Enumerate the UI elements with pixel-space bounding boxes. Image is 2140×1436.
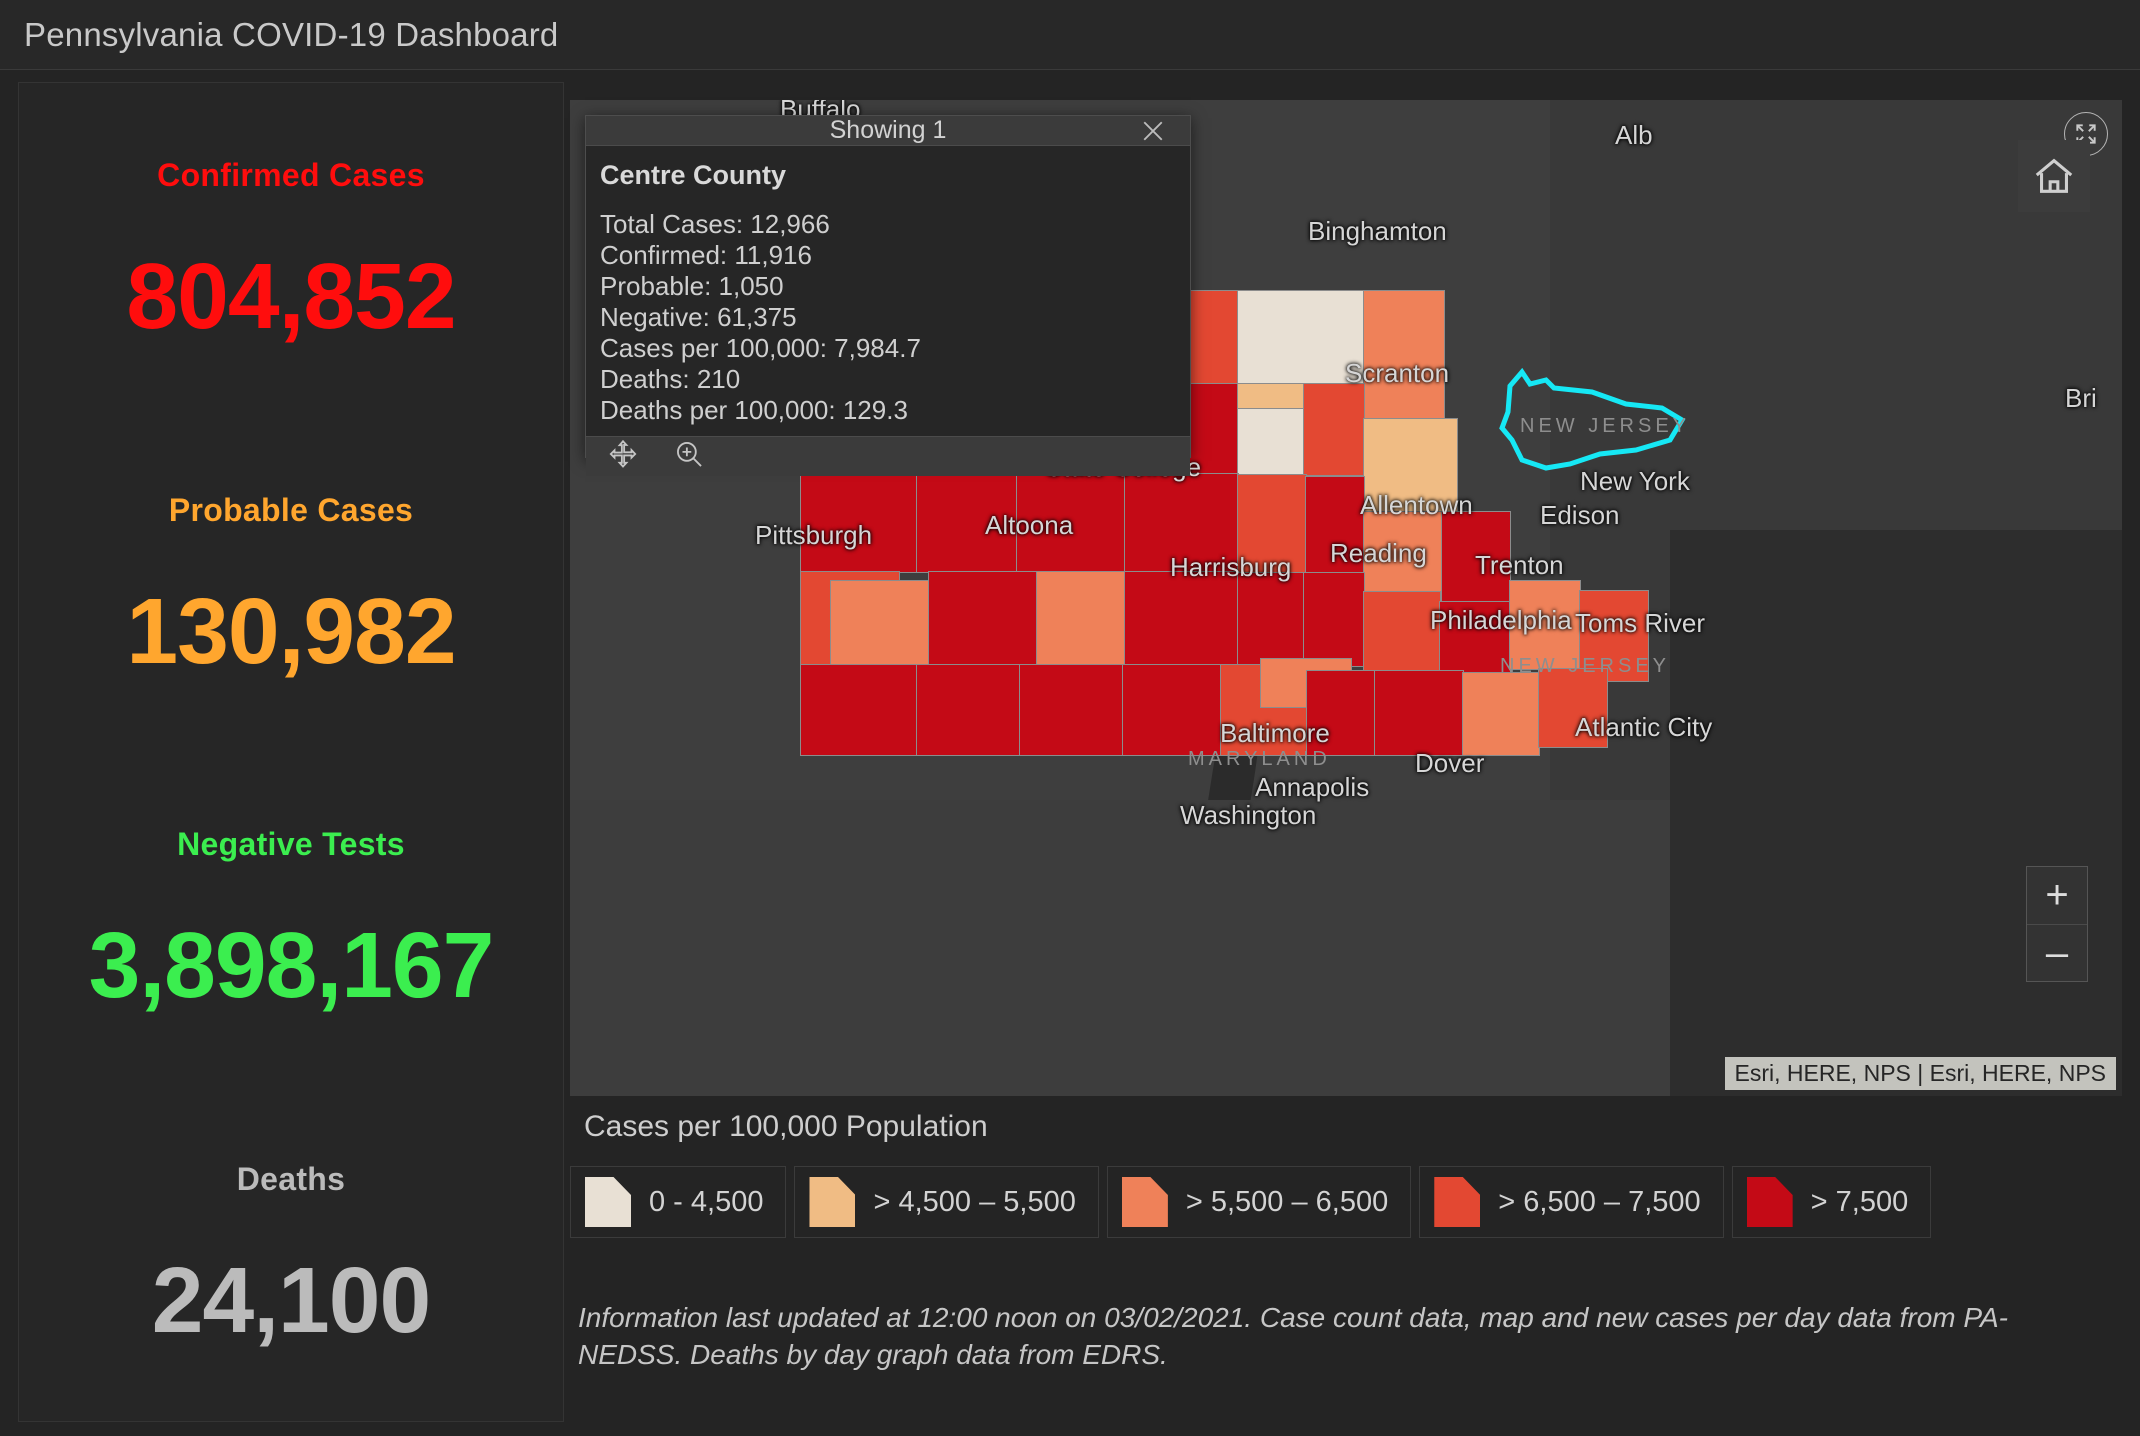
legend-label: > 7,500 bbox=[1810, 1185, 1909, 1218]
legend-title: Cases per 100,000 Population bbox=[584, 1110, 988, 1143]
popup-header-title: Showing 1 bbox=[829, 116, 947, 144]
county-polygon[interactable] bbox=[1538, 668, 1608, 748]
kpi-card: Probable Cases 130,982 bbox=[19, 418, 563, 753]
footer-note: Information last updated at 12:00 noon o… bbox=[578, 1302, 2008, 1370]
county-polygon[interactable] bbox=[1303, 383, 1365, 476]
legend-label: 0 - 4,500 bbox=[649, 1185, 764, 1218]
popup-attribute-row: Deaths per 100,000: 129.3 bbox=[600, 394, 908, 425]
county-polygon[interactable] bbox=[1306, 670, 1376, 756]
county-polygon[interactable] bbox=[1124, 571, 1239, 666]
map-attribution: Esri, HERE, NPS | Esri, HERE, NPS bbox=[1724, 1057, 2116, 1090]
county-polygon[interactable] bbox=[800, 664, 918, 756]
dashboard-root: Pennsylvania COVID-19 Dashboard Confirme… bbox=[0, 0, 2140, 1436]
legend-item[interactable]: > 7,500 bbox=[1731, 1166, 1932, 1238]
kpi-panel: Confirmed Cases 804,852 Probable Cases 130,… bbox=[18, 82, 564, 1422]
home-icon[interactable] bbox=[2018, 140, 2090, 212]
kpi-card: Deaths 24,100 bbox=[19, 1087, 563, 1422]
kpi-value: 130,982 bbox=[126, 578, 456, 683]
feature-popup[interactable]: Showing 1 Centre County Total Cases: 12,… bbox=[585, 115, 1191, 476]
zoom-to-icon[interactable] bbox=[672, 437, 706, 476]
page-title: Pennsylvania COVID-19 Dashboard bbox=[24, 15, 559, 53]
county-polygon[interactable] bbox=[1363, 290, 1445, 420]
kpi-value: 24,100 bbox=[151, 1247, 431, 1352]
legend-swatch bbox=[1121, 1177, 1168, 1227]
legend-item[interactable]: > 5,500 – 6,500 bbox=[1106, 1166, 1412, 1238]
county-polygon[interactable] bbox=[1016, 473, 1126, 573]
pan-icon[interactable] bbox=[606, 437, 640, 476]
county-polygon[interactable] bbox=[1305, 476, 1365, 574]
kpi-value: 804,852 bbox=[126, 244, 456, 349]
county-polygon[interactable] bbox=[1036, 571, 1126, 666]
popup-body: Centre County Total Cases: 12,966 Confirm… bbox=[586, 146, 1190, 436]
county-polygon[interactable] bbox=[1462, 672, 1540, 756]
popup-attribute-row: Confirmed: 11,916 bbox=[600, 239, 812, 270]
county-polygon[interactable] bbox=[916, 664, 1021, 756]
zoom-in-button[interactable]: + bbox=[2027, 867, 2087, 925]
popup-attribute-row: Probable: 1,050 bbox=[600, 270, 784, 301]
popup-attribute-row: Cases per 100,000: 7,984.7 bbox=[600, 332, 921, 363]
popup-attribute-row: Deaths: 210 bbox=[600, 363, 741, 394]
legend-swatch bbox=[585, 1177, 631, 1227]
kpi-card: Confirmed Cases 804,852 bbox=[19, 83, 563, 418]
kpi-label: Negative Tests bbox=[177, 826, 405, 863]
zoom-out-button[interactable]: – bbox=[2027, 925, 2087, 982]
county-polygon[interactable] bbox=[1237, 474, 1307, 574]
county-polygon[interactable] bbox=[1237, 408, 1305, 476]
kpi-value: 3,898,167 bbox=[88, 913, 495, 1018]
legend-item-list: 0 - 4,500 > 4,500 – 5,500 > 5,500 – 6,500 >… bbox=[570, 1166, 2122, 1238]
county-polygon[interactable] bbox=[1237, 290, 1365, 385]
county-polygon[interactable] bbox=[1124, 473, 1239, 573]
popup-attribute-list: Total Cases: 12,966 Confirmed: 11,916 Prob… bbox=[600, 209, 1176, 426]
legend-item[interactable]: > 6,500 – 7,500 bbox=[1419, 1166, 1724, 1238]
kpi-label: Deaths bbox=[236, 1160, 346, 1197]
county-polygon[interactable] bbox=[916, 473, 1018, 573]
kpi-label: Confirmed Cases bbox=[157, 157, 425, 194]
county-polygon[interactable] bbox=[800, 473, 918, 573]
popup-attribute-row: Negative: 61,375 bbox=[600, 301, 797, 332]
county-polygon[interactable] bbox=[1441, 511, 1511, 603]
legend-label: > 6,500 – 7,500 bbox=[1498, 1185, 1701, 1218]
adjacent-state-fill bbox=[570, 800, 1670, 1096]
popup-feature-title: Centre County bbox=[600, 160, 787, 190]
county-polygon[interactable] bbox=[1363, 591, 1441, 681]
county-polygon[interactable] bbox=[1237, 572, 1305, 667]
legend-label: > 4,500 – 5,500 bbox=[873, 1185, 1076, 1218]
county-polygon[interactable] bbox=[1019, 664, 1124, 756]
county-polygon[interactable] bbox=[830, 580, 930, 672]
popup-attribute-row: Total Cases: 12,966 bbox=[600, 209, 830, 239]
county-polygon[interactable] bbox=[1374, 670, 1464, 756]
county-polygon[interactable] bbox=[1122, 664, 1222, 756]
county-polygon[interactable] bbox=[928, 571, 1038, 666]
zoom-controls[interactable]: + – bbox=[2026, 866, 2088, 982]
county-polygon[interactable] bbox=[1303, 572, 1365, 667]
legend-swatch bbox=[1746, 1177, 1793, 1227]
kpi-card: Negative Tests 3,898,167 bbox=[19, 752, 563, 1087]
county-polygon[interactable] bbox=[1363, 418, 1458, 513]
legend-item[interactable]: > 4,500 – 5,500 bbox=[794, 1166, 1099, 1238]
map-legend: Cases per 100,000 Population 0 - 4,500 > … bbox=[570, 1110, 2122, 1260]
legend-item[interactable]: 0 - 4,500 bbox=[570, 1166, 787, 1238]
popup-header: Showing 1 bbox=[586, 116, 1190, 146]
popup-toolbar bbox=[586, 435, 1190, 476]
app-header: Pennsylvania COVID-19 Dashboard bbox=[0, 0, 2140, 70]
county-polygon[interactable] bbox=[1509, 580, 1581, 670]
legend-label: > 5,500 – 6,500 bbox=[1185, 1185, 1389, 1218]
kpi-label: Probable Cases bbox=[168, 491, 414, 528]
county-polygon[interactable] bbox=[1363, 511, 1443, 593]
legend-swatch bbox=[1434, 1177, 1481, 1227]
close-icon[interactable] bbox=[1138, 116, 1168, 146]
legend-swatch bbox=[809, 1177, 856, 1227]
